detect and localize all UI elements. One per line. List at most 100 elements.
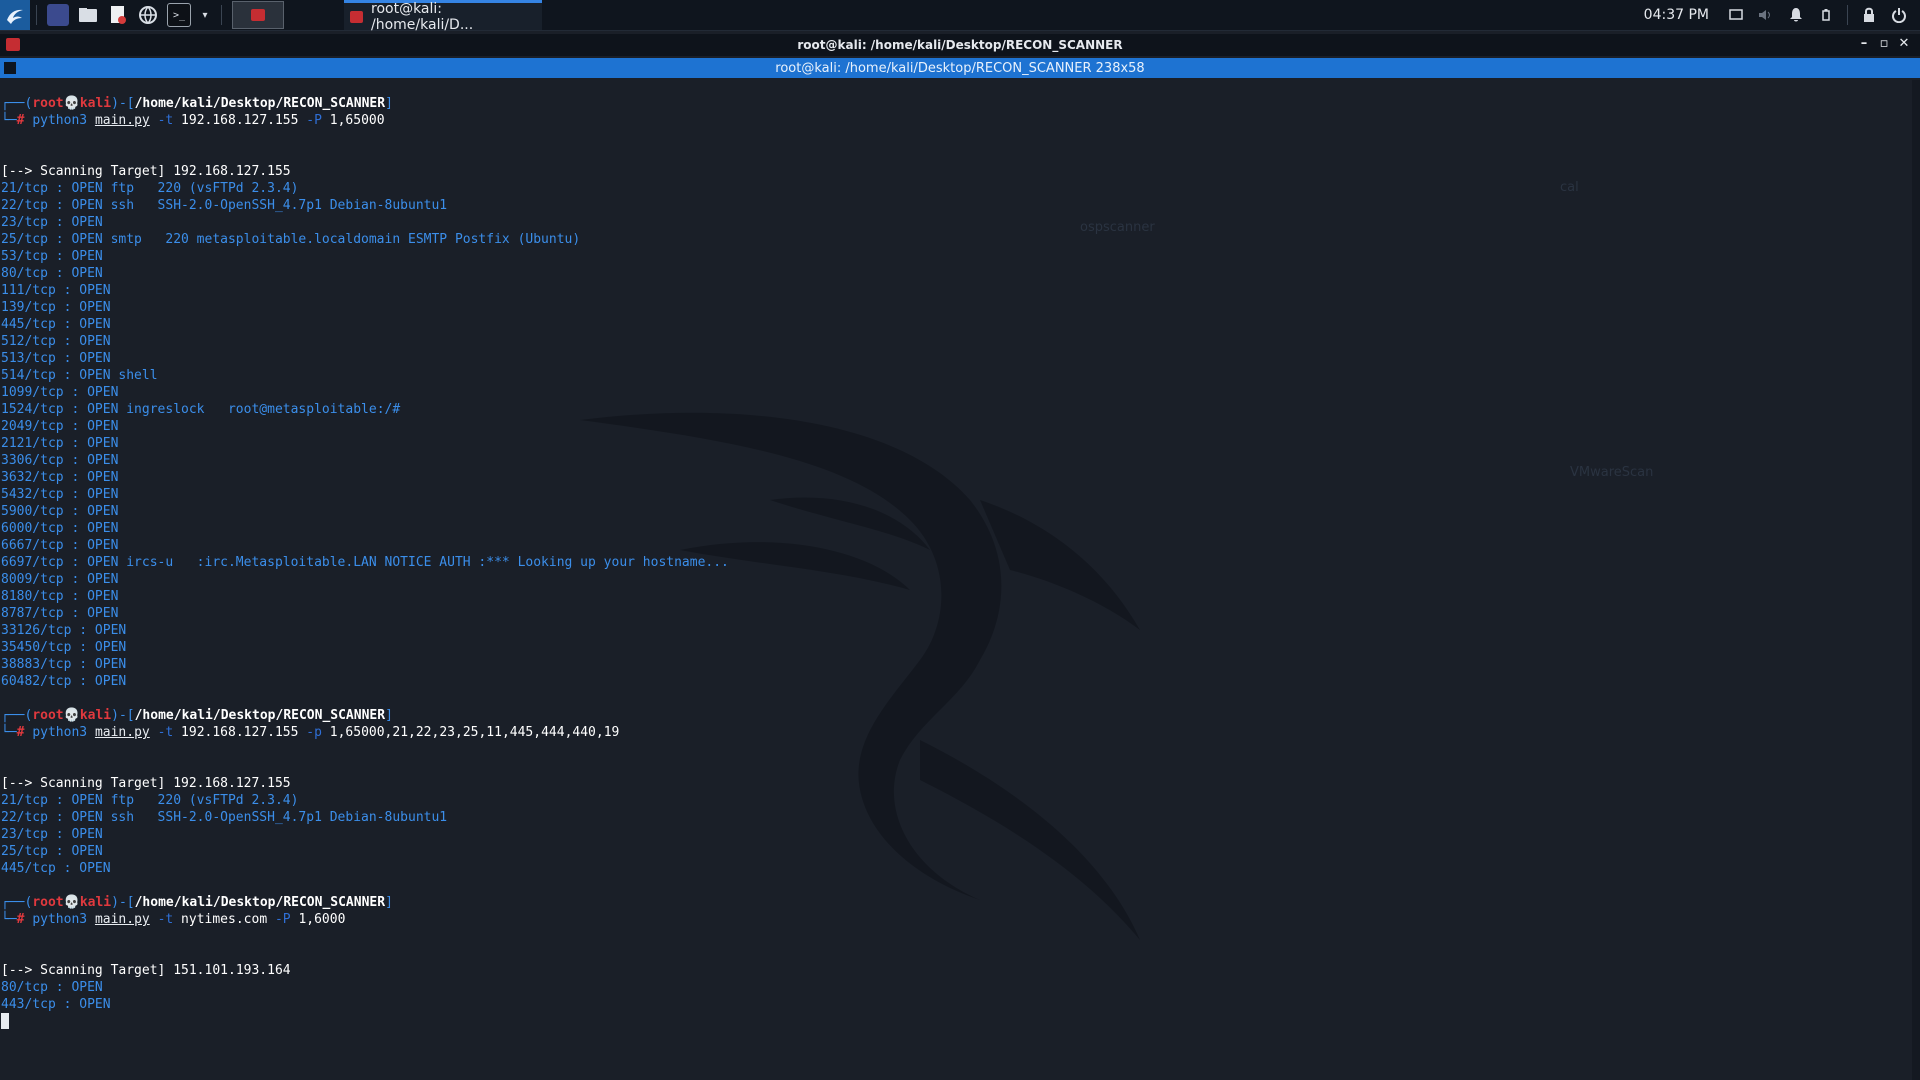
prompt-user: root <box>32 708 64 723</box>
bell-icon[interactable] <box>1788 7 1804 23</box>
command-line: └─# python3 main.py -t 192.168.127.155 -… <box>1 724 729 741</box>
port-service: ircs-u :irc.Metasploitable.LAN NOTICE AU… <box>126 555 729 570</box>
scan-target-line: [--> Scanning Target] 151.101.193.164 <box>1 962 729 979</box>
port-result-line: 5900/tcp : OPEN <box>1 503 729 520</box>
workspace-icon[interactable] <box>47 4 69 26</box>
port-result-line: 80/tcp : OPEN <box>1 979 729 996</box>
file-manager-icon[interactable] <box>77 4 99 26</box>
command-name: python3 <box>32 113 88 128</box>
active-terminal-icon[interactable] <box>232 1 284 29</box>
port-result-line: 3632/tcp : OPEN <box>1 469 729 486</box>
prompt-host: kali <box>79 708 112 723</box>
volume-icon[interactable] <box>1758 7 1774 23</box>
window-app-icon[interactable] <box>6 38 20 51</box>
terminal-area[interactable]: ospscanner cal VMwareScan ┌──(root💀kali)… <box>0 80 1912 1080</box>
port-service: ssh SSH-2.0-OpenSSH_4.7p1 Debian-8ubuntu… <box>110 198 448 213</box>
port-status: 5900/tcp : OPEN <box>1 504 119 519</box>
port-status: 111/tcp : OPEN <box>1 283 111 298</box>
prompt-hash: # <box>16 113 33 128</box>
port-result-line: 6697/tcp : OPEN ircs-u :irc.Metasploitab… <box>1 554 729 571</box>
port-result-line: 80/tcp : OPEN <box>1 265 729 282</box>
port-result-line: 445/tcp : OPEN <box>1 860 729 877</box>
panel-separator <box>221 5 222 25</box>
command-flag: -p <box>306 725 322 740</box>
port-result-line: 512/tcp : OPEN <box>1 333 729 350</box>
display-icon[interactable] <box>1728 7 1744 23</box>
port-result-line: 21/tcp : OPEN ftp 220 (vsFTPd 2.3.4) <box>1 792 729 809</box>
port-result-line: 23/tcp : OPEN <box>1 826 729 843</box>
port-status: 80/tcp : OPEN <box>1 980 103 995</box>
prompt-hash: # <box>16 725 33 740</box>
port-status: 23/tcp : OPEN <box>1 215 103 230</box>
skull-icon: 💀 <box>63 708 80 723</box>
port-status: 5432/tcp : OPEN <box>1 487 119 502</box>
terminal-icon[interactable]: >_ <box>167 3 191 27</box>
prompt-bracket: )-[ <box>111 708 135 723</box>
port-result-line: 22/tcp : OPEN ssh SSH-2.0-OpenSSH_4.7p1 … <box>1 809 729 826</box>
port-result-line: 33126/tcp : OPEN <box>1 622 729 639</box>
port-result-line: 8180/tcp : OPEN <box>1 588 729 605</box>
port-status: 443/tcp : OPEN <box>1 997 111 1012</box>
window-titlebar[interactable]: root@kali: /home/kali/Desktop/RECON_SCAN… <box>0 34 1920 56</box>
port-result-line: 8009/tcp : OPEN <box>1 571 729 588</box>
desktop-icon-ghost: VMwareScan <box>1570 465 1654 480</box>
scan-ip: 192.168.127.155 <box>173 164 291 179</box>
prompt-line: ┌──(root💀kali)-[/home/kali/Desktop/RECON… <box>1 95 729 112</box>
kali-menu-icon[interactable] <box>0 0 30 30</box>
command-target: 192.168.127.155 <box>181 725 299 740</box>
port-status: 8787/tcp : OPEN <box>1 606 119 621</box>
port-status: 35450/tcp : OPEN <box>1 640 127 655</box>
terminal-tab-icon[interactable] <box>4 62 16 74</box>
terminal-tab-bar: root@kali: /home/kali/Desktop/RECON_SCAN… <box>0 58 1920 78</box>
command-script: main.py <box>94 912 150 927</box>
taskbar-window-button[interactable]: root@kali: /home/kali/D... <box>344 0 542 33</box>
port-status: 3632/tcp : OPEN <box>1 470 119 485</box>
command-flag: -P <box>306 113 322 128</box>
port-status: 513/tcp : OPEN <box>1 351 111 366</box>
scan-target-line: [--> Scanning Target] 192.168.127.155 <box>1 163 729 180</box>
clock[interactable]: 04:37 PM <box>1644 7 1709 23</box>
command-ports: 1,6000 <box>298 912 346 927</box>
port-status: 8180/tcp : OPEN <box>1 589 119 604</box>
terminal-scrollbar[interactable] <box>1912 80 1920 1080</box>
browser-icon[interactable] <box>137 4 159 26</box>
port-result-line: 35450/tcp : OPEN <box>1 639 729 656</box>
port-status: 6697/tcp : OPEN <box>1 555 119 570</box>
chevron-down-icon[interactable]: ▾ <box>199 4 211 26</box>
port-service: ftp 220 (vsFTPd 2.3.4) <box>110 793 299 808</box>
battery-icon[interactable] <box>1818 7 1834 23</box>
port-result-line: 5432/tcp : OPEN <box>1 486 729 503</box>
port-result-line: 23/tcp : OPEN <box>1 214 729 231</box>
port-status: 1099/tcp : OPEN <box>1 385 119 400</box>
prompt-bracket: ┌──( <box>1 96 33 111</box>
port-status: 25/tcp : OPEN <box>1 844 103 859</box>
prompt-bracket: ] <box>385 96 393 111</box>
terminal-cursor[interactable] <box>1 1013 9 1029</box>
terminal-window-icon <box>350 10 363 23</box>
port-service: ingreslock root@metasploitable:/# <box>126 402 401 417</box>
lock-icon[interactable] <box>1861 7 1877 23</box>
power-icon[interactable] <box>1891 7 1907 23</box>
port-service: ssh SSH-2.0-OpenSSH_4.7p1 Debian-8ubuntu… <box>110 810 448 825</box>
prompt-user: root <box>32 96 64 111</box>
minimize-icon[interactable]: – <box>1854 36 1874 51</box>
command-line: └─# python3 main.py -t nytimes.com -P 1,… <box>1 911 729 928</box>
terminal-tab-title[interactable]: root@kali: /home/kali/Desktop/RECON_SCAN… <box>775 61 1144 76</box>
panel-separator <box>1847 5 1848 25</box>
port-result-line: 1099/tcp : OPEN <box>1 384 729 401</box>
port-result-line: 513/tcp : OPEN <box>1 350 729 367</box>
port-status: 139/tcp : OPEN <box>1 300 111 315</box>
port-status: 6000/tcp : OPEN <box>1 521 119 536</box>
port-result-line: 53/tcp : OPEN <box>1 248 729 265</box>
command-ports: 1,65000,21,22,23,25,11,445,444,440,19 <box>329 725 620 740</box>
port-result-line: 60482/tcp : OPEN <box>1 673 729 690</box>
close-icon[interactable]: ✕ <box>1894 36 1914 51</box>
maximize-icon[interactable]: ▫ <box>1874 36 1894 51</box>
text-editor-icon[interactable] <box>107 4 129 26</box>
skull-icon: 💀 <box>63 895 80 910</box>
port-status: 3306/tcp : OPEN <box>1 453 119 468</box>
command-flag: -t <box>157 113 174 128</box>
